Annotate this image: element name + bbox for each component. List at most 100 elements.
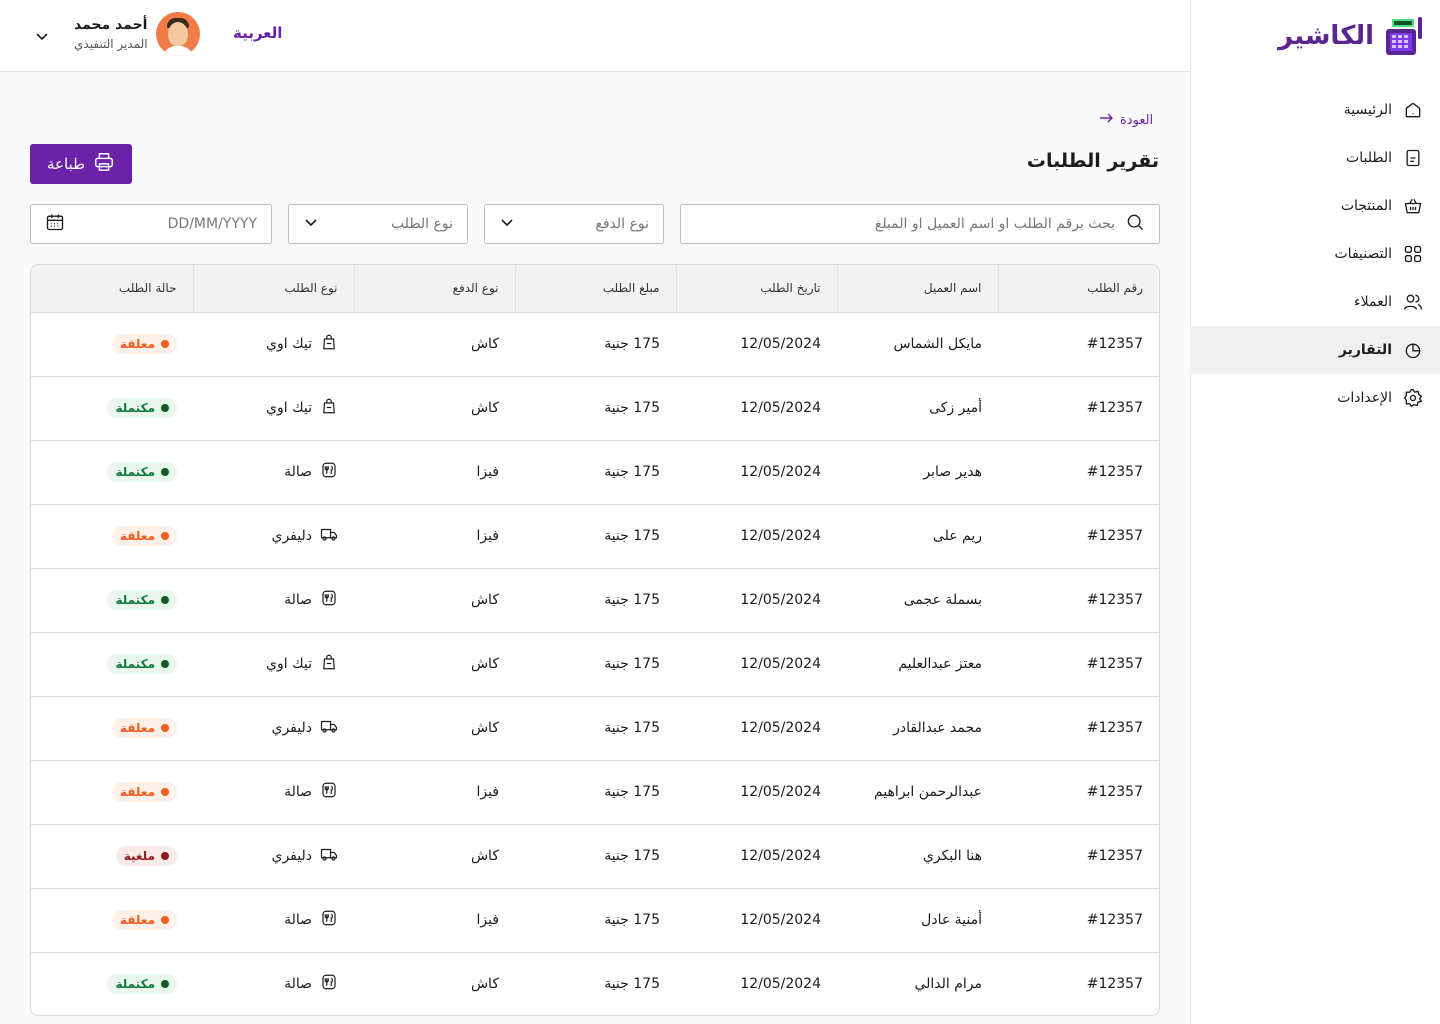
status-dot xyxy=(161,404,169,412)
status-badge: مكتملة xyxy=(107,398,177,418)
orders-icon xyxy=(1402,147,1424,169)
search-input[interactable] xyxy=(695,216,1115,232)
sidebar-item-label: المنتجات xyxy=(1340,198,1392,214)
table-row[interactable]: #12357 أمير زكى 12/05/2024 175 جنية كاش تيك ا… xyxy=(31,376,1159,440)
column-header[interactable]: اسم العميل xyxy=(836,265,998,313)
table-row[interactable]: #12357 هنا البكري 12/05/2024 175 جنية كاش دلي… xyxy=(31,824,1159,888)
column-header[interactable]: تاريخ الطلب xyxy=(675,265,837,313)
status-cell: معلقة xyxy=(31,760,193,824)
order-date: 12/05/2024 xyxy=(740,528,821,544)
status-cell: مكتملة xyxy=(31,376,193,440)
status-cell: معلقة xyxy=(31,504,193,568)
dine-in-icon xyxy=(320,781,338,803)
status-label: مكتملة xyxy=(115,657,155,671)
chevron-down-icon[interactable] xyxy=(34,28,50,44)
status-dot xyxy=(161,852,169,860)
order-id: #12357 xyxy=(1086,592,1143,608)
basket-icon xyxy=(1402,195,1424,217)
table-row[interactable]: #12357 مرام الدالي 12/05/2024 175 جنية كاش صا… xyxy=(31,952,1159,1015)
column-header[interactable]: نوع الدفع xyxy=(353,265,515,313)
column-header[interactable]: مبلغ الطلب xyxy=(514,265,676,313)
status-badge: معلقة xyxy=(111,526,177,546)
payment-type: فيزا xyxy=(476,528,499,544)
delivery-truck-icon xyxy=(320,717,338,739)
order-id: #12357 xyxy=(1086,976,1143,993)
sidebar-item-orders[interactable]: الطلبات xyxy=(1190,134,1440,182)
table-row[interactable]: #12357 عبدالرحمن ابراهيم 12/05/2024 175 جني… xyxy=(31,760,1159,824)
search-box[interactable] xyxy=(680,204,1160,244)
user-role: المدير التنفيذي xyxy=(74,37,148,51)
order-amount: 175 جنية xyxy=(604,720,660,736)
sidebar-item-categories[interactable]: التصنيفات xyxy=(1190,230,1440,278)
column-header[interactable]: رقم الطلب xyxy=(997,265,1159,313)
cash-register-icon xyxy=(1382,15,1424,57)
sidebar-item-settings[interactable]: الإعدادات xyxy=(1190,374,1440,422)
order-date: 12/05/2024 xyxy=(740,592,821,608)
sidebar-item-customers[interactable]: العملاء xyxy=(1190,278,1440,326)
back-link[interactable]: العودة xyxy=(1098,110,1153,130)
table-row[interactable]: #12357 هدير صابر 12/05/2024 175 جنية فيزا صال… xyxy=(31,440,1159,504)
calendar-icon[interactable] xyxy=(45,212,65,236)
user-profile[interactable]: أحمد محمد المدير التنفيذي xyxy=(74,12,200,56)
print-button[interactable]: طباعة xyxy=(30,144,132,184)
sidebar-item-label: الرئيسية xyxy=(1343,102,1392,118)
order-type: دليفري xyxy=(271,720,313,736)
status-label: مكتملة xyxy=(115,465,155,479)
back-label: العودة xyxy=(1120,112,1154,128)
order-date: 12/05/2024 xyxy=(740,464,821,480)
logo-text: الكاشير xyxy=(1278,21,1374,51)
order-type-cell: صالة xyxy=(193,952,354,1015)
status-label: معلقة xyxy=(119,913,155,927)
table-row[interactable]: #12357 ريم على 12/05/2024 175 جنية فيزا دليفر… xyxy=(31,504,1159,568)
date-placeholder: DD/MM/YYYY xyxy=(167,216,257,232)
user-name: أحمد محمد xyxy=(74,17,148,33)
order-type: دليفري xyxy=(271,528,313,544)
dine-in-icon xyxy=(320,589,338,611)
delivery-truck-icon xyxy=(320,845,338,867)
order-type-cell: صالة xyxy=(193,568,354,632)
column-header[interactable]: حالة الطلب xyxy=(31,265,193,313)
table-row[interactable]: #12357 أمنية عادل 12/05/2024 175 جنية فيزا صا… xyxy=(31,888,1159,952)
order-date: 12/05/2024 xyxy=(740,656,821,672)
orders-table: رقم الطلب اسم العميل تاريخ الطلب مبلغ ال… xyxy=(30,264,1160,1016)
order-type-cell: دليفري xyxy=(193,824,354,888)
table-row[interactable]: #12357 مايكل الشماس 12/05/2024 175 جنية كاش ت… xyxy=(31,312,1159,376)
sidebar-item-label: العملاء xyxy=(1354,294,1392,310)
sidebar-item-reports[interactable]: التقارير xyxy=(1190,326,1440,374)
order-date: 12/05/2024 xyxy=(740,912,821,928)
status-label: معلقة xyxy=(119,529,155,543)
app-logo[interactable]: الكاشير xyxy=(1278,12,1424,60)
status-label: ملغية xyxy=(123,849,155,863)
order-id: #12357 xyxy=(1086,528,1143,544)
table-row[interactable]: #12357 محمد عبدالقادر 12/05/2024 175 جنية كا… xyxy=(31,696,1159,760)
status-badge: مكتملة xyxy=(107,590,177,610)
status-cell: ملغية xyxy=(31,824,193,888)
search-icon xyxy=(1125,212,1145,236)
payment-type: كاش xyxy=(470,336,499,352)
payment-type: كاش xyxy=(470,976,499,993)
status-dot xyxy=(161,596,169,604)
order-type: تيك اوي xyxy=(266,336,312,352)
column-header[interactable]: نوع الطلب xyxy=(192,265,354,313)
avatar xyxy=(155,12,200,56)
sidebar-item-home[interactable]: الرئيسية xyxy=(1190,86,1440,134)
status-cell: معلقة xyxy=(31,696,193,760)
sidebar-item-products[interactable]: المنتجات xyxy=(1190,182,1440,230)
order-type-cell: دليفري xyxy=(193,696,354,760)
payment-type-select[interactable]: نوع الدفع xyxy=(484,204,664,244)
language-switch[interactable]: العربية xyxy=(233,24,282,42)
order-type-cell: صالة xyxy=(193,888,354,952)
status-dot xyxy=(161,340,169,348)
order-date: 12/05/2024 xyxy=(740,400,821,416)
table-row[interactable]: #12357 معتز عبدالعليم 12/05/2024 175 جنية كا… xyxy=(31,632,1159,696)
table-row[interactable]: #12357 بسملة عجمى 12/05/2024 175 جنية كاش صال… xyxy=(31,568,1159,632)
customer-name: هنا البكري xyxy=(922,848,982,864)
takeaway-bag-icon xyxy=(320,653,338,675)
order-type: تيك اوي xyxy=(266,400,312,416)
order-amount: 175 جنية xyxy=(604,528,660,544)
date-field[interactable]: DD/MM/YYYY xyxy=(30,204,272,244)
order-type-select[interactable]: نوع الطلب xyxy=(288,204,468,244)
status-dot xyxy=(161,660,169,668)
order-id: #12357 xyxy=(1086,336,1143,352)
order-amount: 175 جنية xyxy=(604,464,660,480)
